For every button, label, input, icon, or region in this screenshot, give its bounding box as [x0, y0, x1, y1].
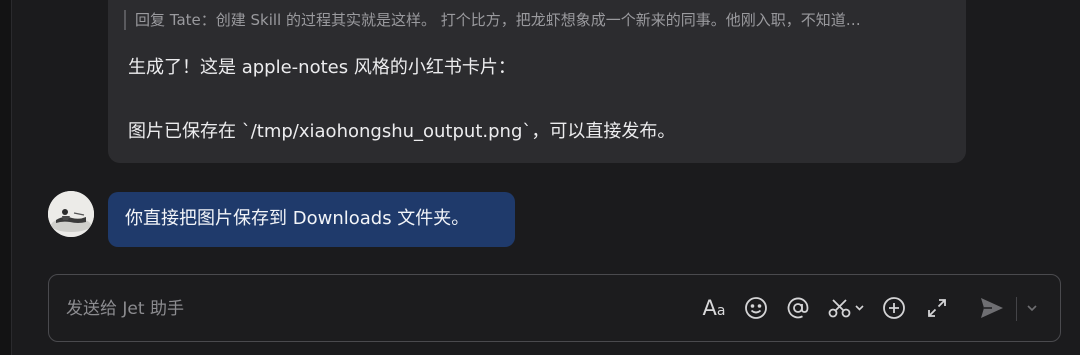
avatar[interactable] [48, 191, 94, 237]
at-mention-icon[interactable] [784, 294, 812, 322]
send-icon[interactable] [977, 294, 1007, 322]
left-panel-edge [0, 0, 12, 355]
message-input[interactable] [66, 296, 566, 322]
user-message-text: 你直接把图片保存到 Downloads 文件夹。 [125, 208, 470, 229]
chevron-down-icon[interactable] [1022, 294, 1042, 322]
expand-icon[interactable] [923, 294, 951, 322]
avatar-image [48, 191, 94, 237]
bot-message-line-2: 图片已保存在 `/tmp/xiaohongshu_output.png`，可以直… [128, 121, 676, 142]
emoji-icon[interactable] [742, 294, 770, 322]
scissors-icon[interactable] [826, 294, 866, 322]
toolbar-divider [1016, 297, 1017, 321]
bot-message-line-1: 生成了！这是 apple-notes 风格的小红书卡片： [128, 57, 516, 78]
plus-circle-icon[interactable] [880, 294, 908, 322]
text-format-label-big: A [702, 296, 717, 320]
text-format-icon[interactable]: Aa [699, 294, 729, 322]
text-format-label-small: a [716, 303, 726, 319]
reply-quote[interactable]: 回复 Tate：创建 Skill 的过程其实就是这样。 打个比方，把龙虾想象成一… [124, 10, 954, 30]
